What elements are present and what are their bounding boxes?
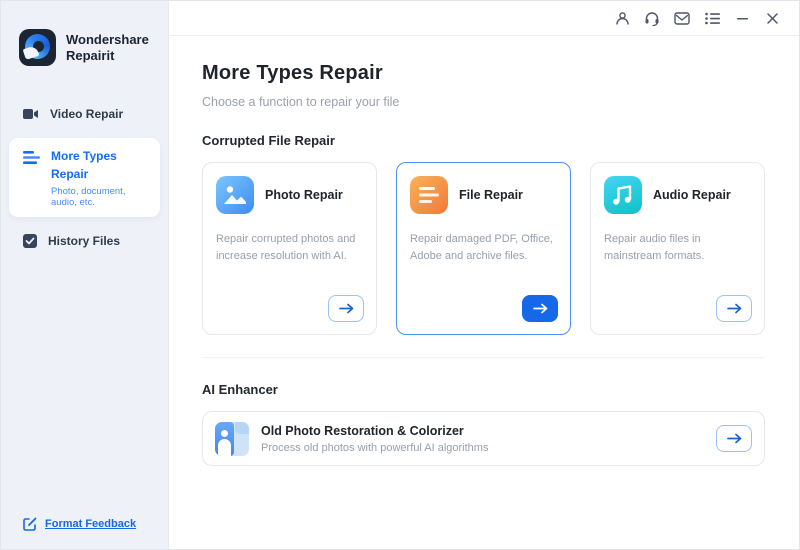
- old-photo-go-button[interactable]: [716, 425, 752, 452]
- edit-feedback-icon: [23, 517, 37, 531]
- card-title: File Repair: [459, 188, 523, 202]
- mail-icon[interactable]: [667, 1, 697, 36]
- card-file-repair[interactable]: File Repair Repair damaged PDF, Office, …: [396, 162, 571, 335]
- sidebar-item-more-types-repair[interactable]: More Types Repair Photo, document, audio…: [9, 138, 160, 217]
- section-divider: [202, 357, 765, 358]
- section-heading-ai-enhancer: AI Enhancer: [202, 382, 765, 397]
- document-check-icon: [23, 234, 37, 248]
- sidebar-item-label: Video Repair: [50, 107, 123, 121]
- format-feedback-label: Format Feedback: [45, 518, 136, 530]
- close-icon[interactable]: [757, 1, 787, 36]
- format-feedback-link[interactable]: Format Feedback: [23, 517, 136, 531]
- sidebar-item-label: History Files: [48, 234, 120, 248]
- page-subtitle: Choose a function to repair your file: [202, 95, 765, 109]
- arrow-right-icon: [533, 303, 548, 314]
- section-heading-corrupted-file-repair: Corrupted File Repair: [202, 133, 765, 148]
- photo-repair-go-button[interactable]: [328, 295, 364, 322]
- arrow-right-icon: [727, 303, 742, 314]
- titlebar: [170, 1, 799, 36]
- repair-cards-row: Photo Repair Repair corrupted photos and…: [202, 162, 765, 335]
- sidebar-item-sublabel: Photo, document, audio, etc.: [51, 186, 150, 208]
- page-title: More Types Repair: [202, 62, 765, 85]
- app-window: Wondershare Repairit Video Repair More T…: [0, 0, 800, 550]
- sidebar-item-history-files[interactable]: History Files: [1, 223, 168, 259]
- repairit-logo-icon: [19, 29, 56, 66]
- file-repair-go-button[interactable]: [522, 295, 558, 322]
- card-title: Photo Repair: [265, 188, 343, 202]
- old-photo-tile-icon: [215, 422, 249, 456]
- card-audio-repair[interactable]: Audio Repair Repair audio files in mains…: [590, 162, 765, 335]
- sidebar: Wondershare Repairit Video Repair More T…: [1, 1, 169, 549]
- app-logo: Wondershare Repairit: [1, 1, 168, 66]
- minimize-icon[interactable]: [727, 1, 757, 36]
- list-icon[interactable]: [697, 1, 727, 36]
- audio-repair-go-button[interactable]: [716, 295, 752, 322]
- card-photo-repair[interactable]: Photo Repair Repair corrupted photos and…: [202, 162, 377, 335]
- card-title: Audio Repair: [653, 188, 731, 202]
- list-lines-icon: [23, 151, 40, 165]
- arrow-right-icon: [727, 433, 742, 444]
- app-title: Wondershare Repairit: [66, 32, 149, 63]
- card-description: Repair corrupted photos and increase res…: [216, 231, 363, 265]
- video-camera-icon: [23, 107, 39, 121]
- headset-icon[interactable]: [637, 1, 667, 36]
- card-title: Old Photo Restoration & Colorizer: [261, 424, 488, 438]
- card-old-photo-restoration[interactable]: Old Photo Restoration & Colorizer Proces…: [202, 411, 765, 466]
- photo-tile-icon: [216, 176, 254, 214]
- arrow-right-icon: [339, 303, 354, 314]
- card-description: Repair audio files in mainstream formats…: [604, 231, 751, 265]
- main-content: More Types Repair Choose a function to r…: [170, 36, 799, 466]
- sidebar-item-video-repair[interactable]: Video Repair: [1, 96, 168, 132]
- card-description: Repair damaged PDF, Office, Adobe and ar…: [410, 231, 557, 265]
- main-panel: More Types Repair Choose a function to r…: [170, 1, 799, 549]
- audio-tile-icon: [604, 176, 642, 214]
- user-icon[interactable]: [607, 1, 637, 36]
- file-tile-icon: [410, 176, 448, 214]
- sidebar-item-label: More Types Repair: [51, 149, 117, 181]
- sidebar-nav: Video Repair More Types Repair Photo, do…: [1, 96, 168, 259]
- card-description: Process old photos with powerful AI algo…: [261, 442, 488, 454]
